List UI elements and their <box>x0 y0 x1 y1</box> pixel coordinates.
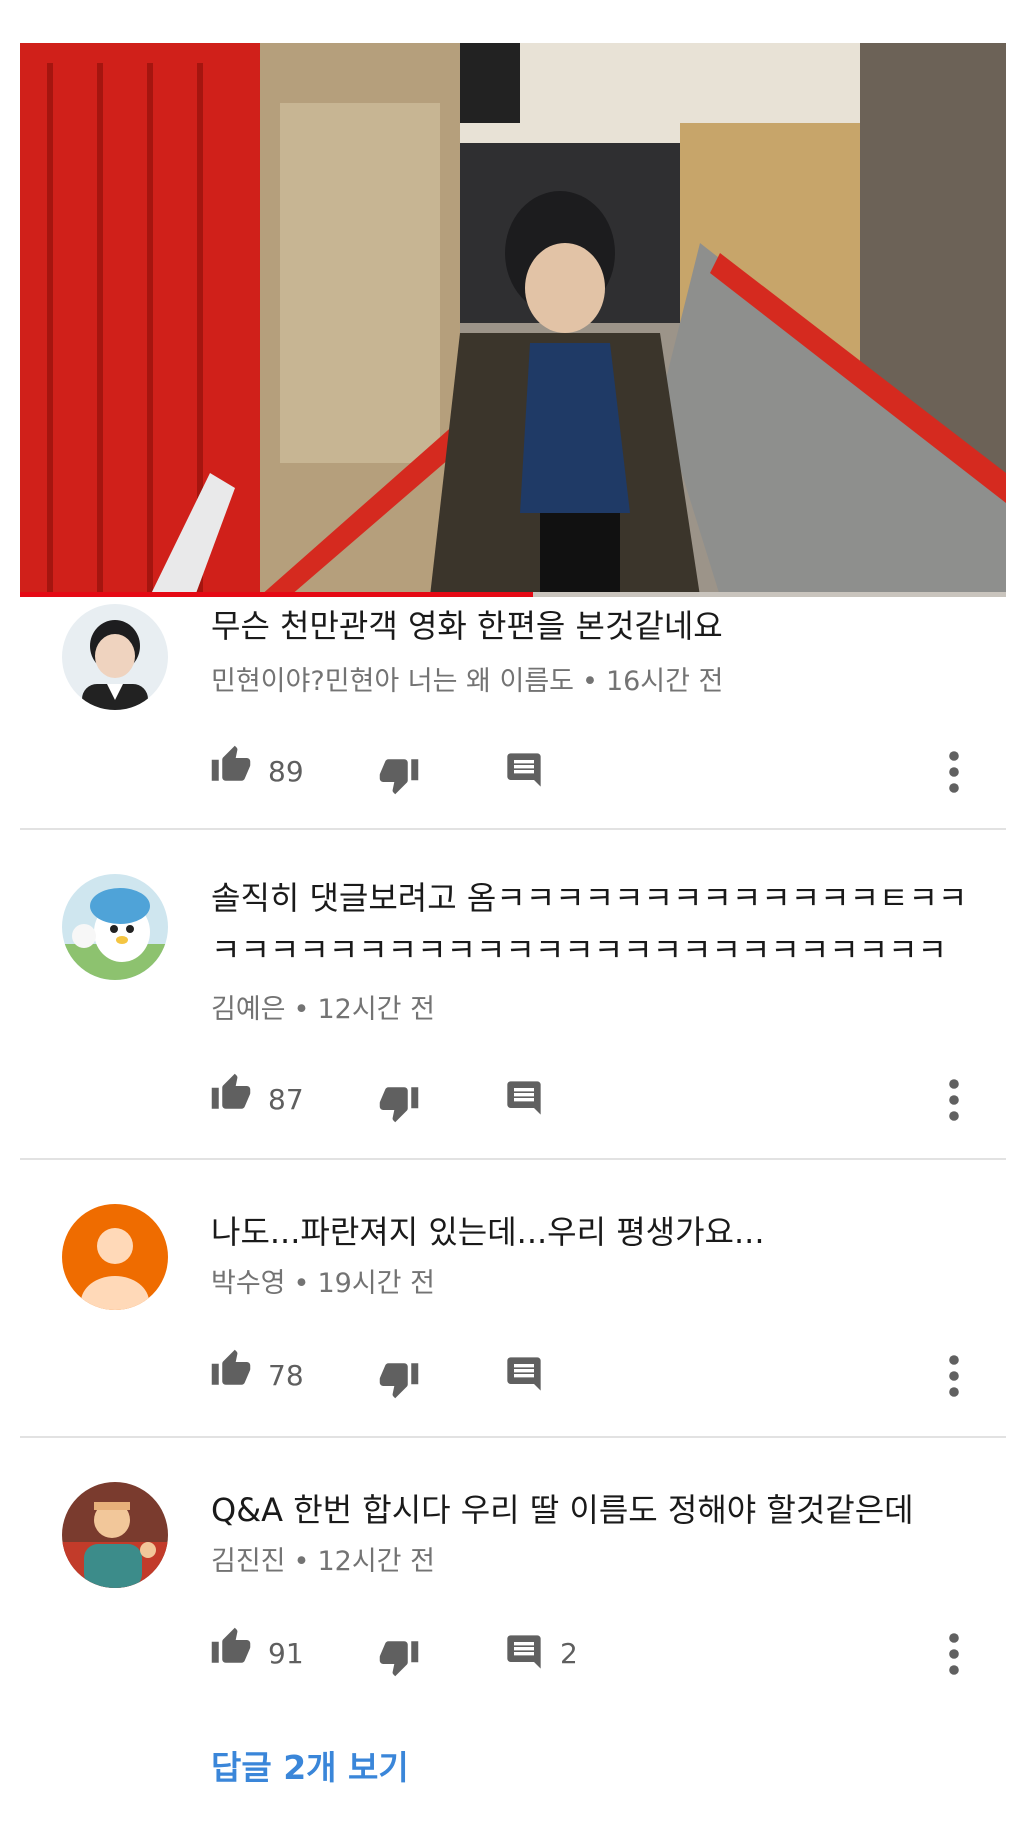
meta-separator: • <box>582 666 598 697</box>
like-count: 78 <box>268 1359 304 1392</box>
comment-author[interactable]: 민현이야?민현아 너는 왜 이름도 <box>211 666 574 697</box>
more-vert-icon[interactable] <box>944 1352 964 1400</box>
video-progress-bar[interactable] <box>20 592 1006 597</box>
comment-author[interactable]: 박수영 <box>211 1268 286 1299</box>
view-replies-link[interactable]: 답글 2개 보기 <box>211 1741 409 1789</box>
comment-actions: 87 <box>0 1072 1026 1128</box>
reply-comment-icon[interactable] <box>504 1632 544 1672</box>
meta-separator: • <box>293 994 310 1025</box>
comment-actions: 91 2 <box>0 1626 1026 1682</box>
comment-text: 나도...파란져지 있는데...우리 평생가요... <box>211 1213 765 1251</box>
video-player[interactable] <box>20 43 1006 596</box>
thumbs-up-icon[interactable] <box>210 1072 252 1114</box>
meta-separator: • <box>293 1268 310 1299</box>
more-vert-icon[interactable] <box>944 1076 964 1124</box>
cartoon-penguin-avatar[interactable] <box>62 874 168 980</box>
comment-text: 무슨 천만관객 영화 한편을 본것같네요 <box>211 607 723 645</box>
comment-divider <box>20 1158 1006 1160</box>
thumbs-down-icon[interactable] <box>378 1636 420 1678</box>
reply-comment-icon[interactable] <box>504 750 544 790</box>
thumbs-up-icon[interactable] <box>210 1626 252 1668</box>
reply-comment-icon[interactable] <box>504 1354 544 1394</box>
comment-text: 솔직히 댓글보려고 옴ㅋㅋㅋㅋㅋㅋㅋㅋㅋㅋㅋㅋㅋㅌㅋㅋ ㅋㅋㅋㅋㅋㅋㅋㅋㅋㅋㅋㅋ… <box>211 879 968 969</box>
comment-time: 12시간 전 <box>317 1546 435 1577</box>
comment-time: 16시간 전 <box>605 666 724 697</box>
reply-count: 2 <box>560 1637 578 1670</box>
like-count: 91 <box>268 1637 304 1670</box>
comment-time: 12시간 전 <box>317 994 435 1025</box>
comment-text: Q&A 한번 합시다 우리 딸 이름도 정해야 할것같은데 <box>211 1491 914 1529</box>
comment-meta: 박수영 • 19시간 전 <box>211 1264 435 1304</box>
comment-meta: 김예은 • 12시간 전 <box>211 990 435 1030</box>
comment-divider <box>20 1436 1006 1438</box>
comment-divider <box>20 828 1006 830</box>
comment-meta: 민현이야?민현아 너는 왜 이름도 • 16시간 전 <box>211 662 723 702</box>
comment-time: 19시간 전 <box>317 1268 435 1299</box>
thumbs-up-icon[interactable] <box>210 1348 252 1390</box>
video-frame <box>20 43 1006 596</box>
reply-comment-icon[interactable] <box>504 1078 544 1118</box>
like-count: 89 <box>268 755 304 788</box>
comment-meta: 김진진 • 12시간 전 <box>211 1542 435 1582</box>
more-vert-icon[interactable] <box>944 748 964 796</box>
default-user-avatar[interactable] <box>62 1204 168 1310</box>
thumbs-up-icon[interactable] <box>210 744 252 786</box>
thumbs-down-icon[interactable] <box>378 1358 420 1400</box>
like-count: 87 <box>268 1083 304 1116</box>
meta-separator: • <box>293 1546 310 1577</box>
video-progress-fill <box>20 592 533 597</box>
comment-actions: 89 <box>0 744 1026 800</box>
thumbs-down-icon[interactable] <box>378 754 420 796</box>
cartoon-man-avatar[interactable] <box>62 1482 168 1588</box>
more-vert-icon[interactable] <box>944 1630 964 1678</box>
portrait-avatar[interactable] <box>62 604 168 710</box>
comment-author[interactable]: 김진진 <box>211 1546 286 1577</box>
thumbs-down-icon[interactable] <box>378 1082 420 1124</box>
comment-actions: 78 <box>0 1348 1026 1404</box>
comment-author[interactable]: 김예은 <box>211 994 286 1025</box>
